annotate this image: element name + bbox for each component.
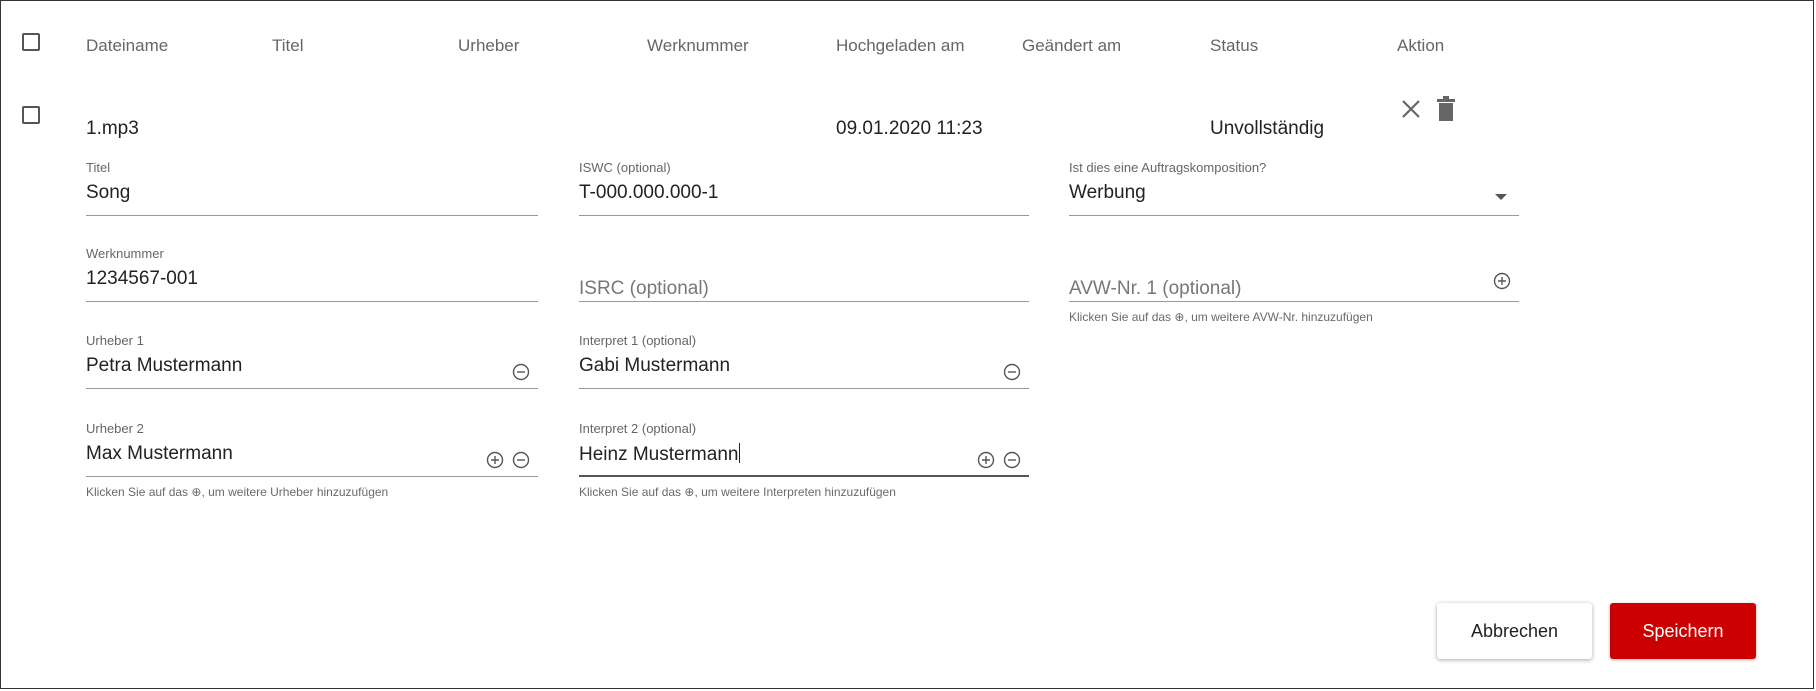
avw-underline (1069, 301, 1519, 302)
author1-underline (86, 388, 538, 389)
author2-value[interactable]: Max Mustermann (86, 443, 233, 465)
cancel-button[interactable]: Abbrechen (1437, 603, 1592, 659)
commission-label: Ist dies eine Auftragskomposition? (1069, 160, 1267, 175)
column-header-status[interactable]: Status (1210, 36, 1258, 56)
add-circle-icon[interactable] (486, 451, 504, 469)
text-cursor (739, 443, 741, 463)
row-uploaded-date: 09.01.2020 11:23 (836, 118, 983, 139)
work-number-value[interactable]: 1234567-001 (86, 268, 198, 290)
iswc-field[interactable]: ISWC (optional) T-000.000.000-1 (579, 160, 1029, 216)
performer2-underline (579, 475, 1029, 477)
performer1-value[interactable]: Gabi Mustermann (579, 355, 730, 377)
select-all-checkbox[interactable] (22, 33, 40, 51)
column-header-filename[interactable]: Dateiname (86, 36, 168, 56)
iswc-label: ISWC (optional) (579, 160, 671, 175)
work-number-field[interactable]: Werknummer 1234567-001 (86, 246, 538, 302)
author1-label: Urheber 1 (86, 333, 144, 348)
row-status: Unvollständig (1210, 118, 1325, 139)
title-underline (86, 215, 538, 216)
author-hint: Klicken Sie auf das ⊕, um weitere Urhebe… (86, 485, 389, 499)
commission-underline (1069, 215, 1519, 216)
commission-select[interactable]: Ist dies eine Auftragskomposition? Werbu… (1069, 160, 1519, 216)
save-button[interactable]: Speichern (1610, 603, 1756, 659)
author2-underline (86, 476, 538, 477)
title-field[interactable]: Titel Song (86, 160, 538, 216)
dropdown-arrow-icon[interactable] (1495, 194, 1507, 200)
remove-circle-icon[interactable] (1003, 451, 1021, 469)
performer-hint: Klicken Sie auf das ⊕, um weitere Interp… (579, 485, 896, 499)
isrc-field[interactable]: ISRC (optional) (579, 246, 1029, 302)
add-circle-icon[interactable] (977, 451, 995, 469)
author1-value[interactable]: Petra Mustermann (86, 355, 242, 377)
add-circle-icon[interactable] (1493, 272, 1511, 290)
column-header-modified[interactable]: Geändert am (1022, 36, 1121, 56)
column-header-author[interactable]: Urheber (458, 36, 519, 56)
avw-placeholder[interactable]: AVW-Nr. 1 (optional) (1069, 278, 1241, 300)
work-number-underline (86, 301, 538, 302)
column-header-uploaded[interactable]: Hochgeladen am (836, 36, 965, 56)
performer1-label: Interpret 1 (optional) (579, 333, 697, 348)
performer1-field[interactable]: Interpret 1 (optional) Gabi Mustermann (579, 333, 1029, 389)
title-value[interactable]: Song (86, 182, 130, 204)
trash-icon[interactable] (1436, 96, 1456, 122)
author2-label: Urheber 2 (86, 421, 144, 436)
row-filename: 1.mp3 (86, 118, 139, 139)
remove-circle-icon[interactable] (512, 451, 530, 469)
iswc-value[interactable]: T-000.000.000-1 (579, 182, 718, 204)
close-icon[interactable] (1400, 98, 1422, 120)
performer1-underline (579, 388, 1029, 389)
remove-circle-icon[interactable] (1003, 363, 1021, 381)
column-header-action: Aktion (1397, 36, 1445, 55)
title-label: Titel (86, 160, 111, 175)
work-number-label: Werknummer (86, 246, 164, 261)
avw-hint: Klicken Sie auf das ⊕, um weitere AVW-Nr… (1069, 310, 1373, 324)
performer2-value: Heinz Mustermann (579, 444, 739, 465)
commission-value[interactable]: Werbung (1069, 182, 1146, 204)
row-checkbox[interactable] (22, 106, 40, 124)
column-header-work-number[interactable]: Werknummer (647, 36, 749, 56)
performer2-input[interactable]: Heinz Mustermann (579, 443, 741, 466)
iswc-underline (579, 215, 1029, 216)
isrc-placeholder[interactable]: ISRC (optional) (579, 278, 709, 300)
performer2-field[interactable]: Interpret 2 (optional) Heinz Mustermann (579, 421, 1029, 477)
performer2-label: Interpret 2 (optional) (579, 421, 697, 436)
remove-circle-icon[interactable] (512, 363, 530, 381)
isrc-underline (579, 301, 1029, 302)
column-header-title[interactable]: Titel (272, 36, 304, 56)
avw-field[interactable]: AVW-Nr. 1 (optional) (1069, 246, 1519, 302)
author1-field[interactable]: Urheber 1 Petra Mustermann (86, 333, 538, 389)
author2-field[interactable]: Urheber 2 Max Mustermann (86, 421, 538, 477)
